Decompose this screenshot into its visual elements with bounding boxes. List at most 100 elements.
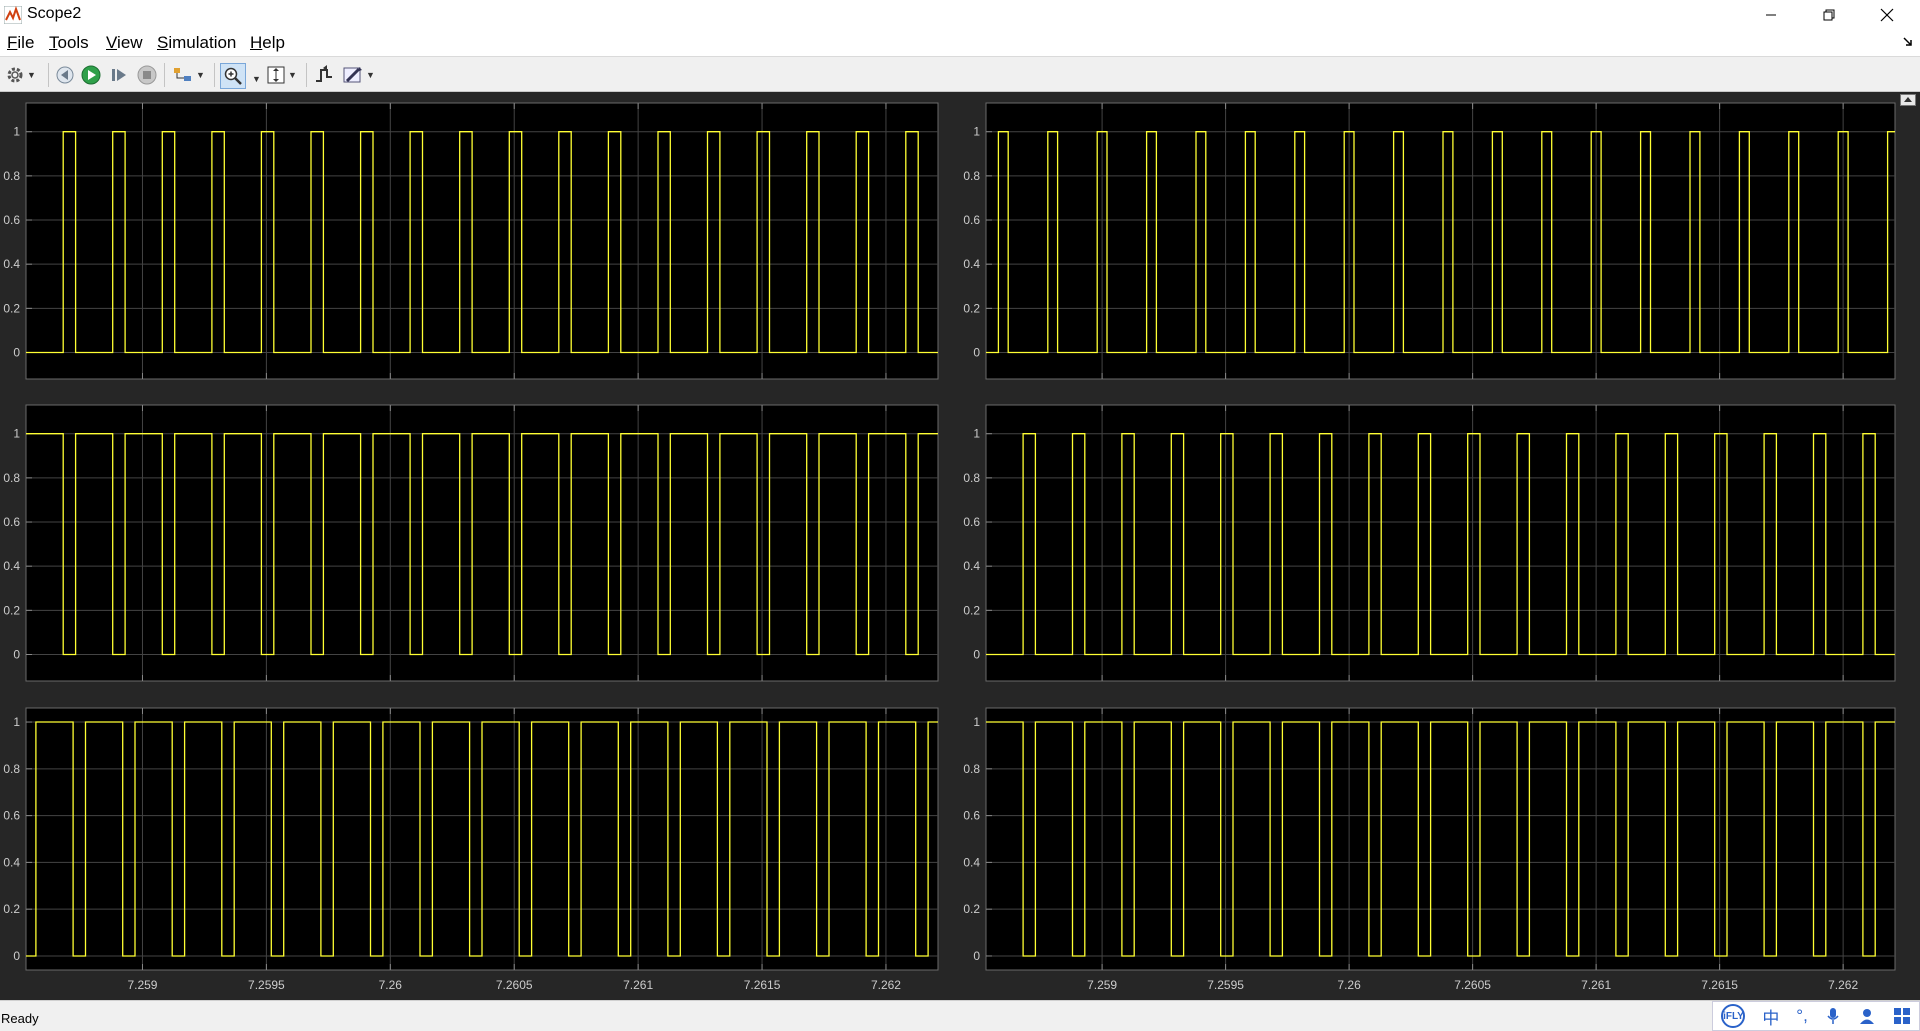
y-tick-label: 0.8 [963,762,980,776]
y-tick-label: 0 [13,949,20,963]
title-bar: Scope2 [0,0,1920,30]
x-tick-label: 7.259 [1087,978,1117,992]
trigger-icon [316,65,332,82]
dropdown-arrow-icon: ▼ [288,70,297,80]
close-icon [1880,8,1894,22]
y-tick-label: 1 [13,427,20,441]
minimize-button[interactable] [1742,0,1800,30]
x-tick-label: 7.2605 [1454,978,1491,992]
y-tick-label: 0.4 [963,257,980,271]
toolbar-separator [214,63,215,87]
y-tick-label: 0.6 [3,515,20,529]
x-tick-label: 7.259 [127,978,157,992]
x-tick-label: 7.2595 [1207,978,1244,992]
step-back-icon [56,66,74,84]
menu-help[interactable]: Help [250,33,285,53]
ifly-logo-icon[interactable]: iFLY [1721,1004,1746,1028]
ime-toolbar: iFLY 中 °, [1712,1001,1920,1031]
menu-tools[interactable]: Tools [49,33,89,53]
microphone-icon[interactable] [1825,1007,1841,1025]
y-tick-label: 1 [973,427,980,441]
x-tick-label: 7.2595 [248,978,285,992]
apps-grid-icon[interactable] [1893,1007,1911,1025]
dropdown-arrow-icon: ▼ [27,70,36,80]
window-title: Scope2 [27,5,82,22]
run-button[interactable] [80,63,102,87]
y-tick-label: 0.4 [963,855,980,869]
y-tick-label: 0 [973,346,980,360]
stop-button[interactable] [136,63,158,87]
toolbar-separator [164,63,165,87]
zoom-in-icon [224,67,242,85]
y-tick-label: 0.8 [3,169,20,183]
user-icon[interactable] [1858,1007,1876,1025]
y-tick-label: 0.6 [3,213,20,227]
y-tick-label: 0 [973,648,980,662]
punctuation-icon[interactable]: °, [1796,1006,1808,1026]
y-tick-label: 0.2 [3,902,20,916]
measure-pencil-icon [343,67,362,83]
menu-simulation[interactable]: Simulation [157,33,236,53]
y-tick-label: 0.6 [3,809,20,823]
scope-plots: 0 0.2 0.4 0.6 0.8 1 0 0.2 0.4 0.6 0.8 1 0 0.2 0.4 0.6 0.… [3,102,1896,992]
run-icon [81,65,101,85]
status-text: Ready [1,1011,39,1026]
y-tick-label: 0.2 [963,902,980,916]
x-tick-label: 7.2605 [496,978,533,992]
minimize-icon [1766,14,1776,16]
restore-icon [1823,9,1835,21]
configuration-button[interactable]: ▼ [5,63,36,87]
x-tick-label: 7.261 [1581,978,1611,992]
y-tick-label: 0 [973,949,980,963]
zoom-in-button[interactable] [220,63,246,89]
y-tick-label: 0.8 [963,471,980,485]
dropdown-arrow-icon: ▼ [366,70,375,80]
undock-arrow-icon[interactable] [1902,36,1914,48]
menu-file[interactable]: File [7,33,34,53]
step-back-button[interactable] [54,63,76,87]
toolbar-separator [48,63,49,87]
x-tick-label: 7.261 [623,978,653,992]
y-tick-label: 0.4 [3,855,20,869]
y-tick-label: 1 [13,715,20,729]
close-button[interactable] [1858,0,1916,30]
y-tick-label: 0.6 [963,515,980,529]
scale-axes-button[interactable]: ▼ [266,63,297,87]
step-forward-button[interactable] [108,63,130,87]
x-tick-label: 7.262 [871,978,901,992]
restore-button[interactable] [1800,0,1858,30]
status-bar: Ready iFLY 中 °, [0,1000,1920,1031]
step-forward-icon [112,69,126,81]
gear-icon [7,67,23,83]
zoom-dropdown-arrow-icon[interactable]: ▼ [252,67,261,91]
x-tick-label: 7.262 [1828,978,1858,992]
x-tick-label: 7.26 [1337,978,1361,992]
x-tick-label: 7.2615 [1701,978,1738,992]
y-tick-label: 1 [13,125,20,139]
ime-language-toggle[interactable]: 中 [1762,1004,1779,1029]
y-tick-label: 0.8 [3,471,20,485]
y-tick-label: 0.4 [3,559,20,573]
dropdown-arrow-icon: ▼ [196,70,205,80]
y-tick-label: 1 [973,125,980,139]
y-tick-label: 0.6 [963,213,980,227]
menu-view[interactable]: View [106,33,143,53]
menu-bar: File Tools View Simulation Help [0,30,1920,57]
y-tick-label: 0.2 [963,301,980,315]
triggers-button[interactable] [314,63,334,87]
scope-display-area: 0 0.2 0.4 0.6 0.8 1 0 0.2 0.4 0.6 0.8 1 0 0.2 0.4 0.6 0.… [0,92,1920,1000]
y-tick-label: 0.2 [3,301,20,315]
measurements-button[interactable]: ▼ [342,63,375,87]
stop-icon [137,65,157,85]
y-tick-label: 0 [13,648,20,662]
signal-tree-icon [174,68,191,81]
y-tick-label: 0.6 [963,809,980,823]
highlight-block-button[interactable]: ▼ [172,63,205,87]
y-tick-label: 0.2 [3,603,20,617]
x-tick-label: 7.2615 [744,978,781,992]
axes-top-right [985,102,1896,380]
x-tick-label: 7.26 [379,978,403,992]
toolbar: ▼ ▼ ▼ ▼ ▼ [0,57,1920,92]
undock-plot-icon[interactable] [1900,94,1916,106]
y-tick-label: 0.8 [963,169,980,183]
